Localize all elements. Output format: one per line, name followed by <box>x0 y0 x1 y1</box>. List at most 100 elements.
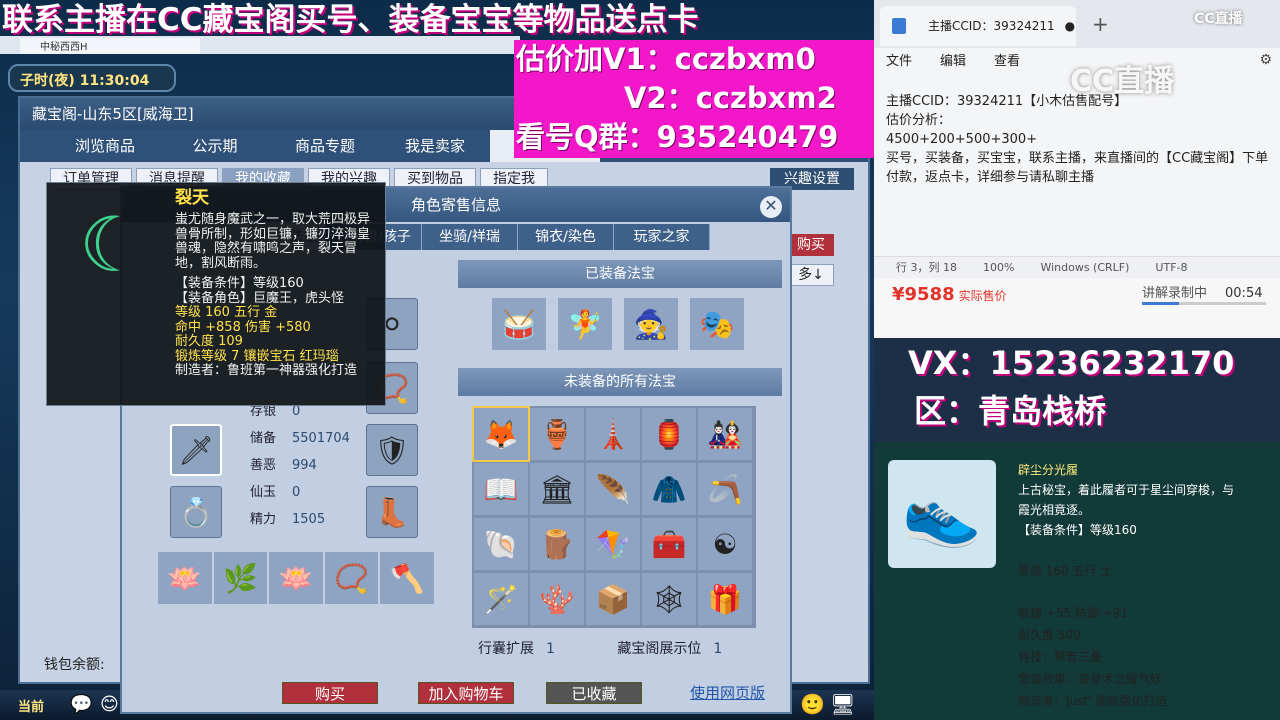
fabao-cell[interactable]: 🏛 <box>530 463 584 515</box>
fabao-panel: 已装备法宝 🥁 🧚 🧙 🎭 未装备的所有法宝 🦊 🏺 🗼 🏮 🎎 📖 🏛 🪶 🧥… <box>458 260 782 662</box>
price-contact-box: 估价加V1：cczbxm0 V2：cczbxm2 看号Q群：935240479 <box>514 40 874 158</box>
role-stats: 存银 0 储备 5501704 善恶 994 仙玉 0 精力 1505 <box>250 398 350 533</box>
figure-fabao-icon[interactable]: 🧚 <box>558 298 612 350</box>
boots-item-icon: 👟 <box>888 460 996 568</box>
buy-button[interactable]: 购买 <box>282 682 378 704</box>
weapon-slot-icon[interactable]: 🗡 <box>170 424 222 476</box>
notepad-text[interactable]: 主播CCID：39324211【小木估售配号】 估价分析： 4500+200+5… <box>886 92 1274 187</box>
fabao-cell[interactable]: 🧥 <box>642 463 696 515</box>
wallet-label: 钱包余额: <box>44 657 105 673</box>
vx-contact: VX：15236232170 <box>908 344 1235 382</box>
leaf-item-icon[interactable]: 🌿 <box>213 552 268 604</box>
fabao-cell[interactable]: 🧰 <box>642 518 696 570</box>
game-client-tab[interactable]: 中秘西西H <box>20 38 200 54</box>
hud-current[interactable]: 当前 <box>18 696 44 715</box>
stat-row: 仙玉 0 <box>250 485 301 500</box>
fabao-cell[interactable]: ☯ <box>698 518 752 570</box>
web-version-link[interactable]: 使用网页版 <box>690 682 765 703</box>
mask-fabao-icon[interactable]: 🎭 <box>690 298 744 350</box>
recording-progress <box>1142 302 1266 305</box>
tooltip-line: 锻炼等级 7 镶嵌宝石 红玛瑙 <box>175 348 339 364</box>
tooltip-line: 等级 160 五行 金 <box>175 305 278 320</box>
tooltip-role: 【装备角色】巨魔王，虎头怪 <box>175 290 345 306</box>
lotus-item-icon[interactable]: 🪷 <box>269 552 323 604</box>
chat-icon[interactable]: 💬 <box>70 694 92 715</box>
fabao-cell[interactable]: 🪸 <box>530 573 584 625</box>
tab-home[interactable]: 玩家之家 <box>614 224 710 250</box>
fabao-cell[interactable]: 🗼 <box>586 408 640 460</box>
add-to-cart-button[interactable]: 加入购物车 <box>418 682 514 704</box>
tooltip-name: 裂天 <box>175 188 209 208</box>
notepad-status-bar: 行 3，列 18 100% Windows (CRLF) UTF-8 <box>874 256 1280 278</box>
price-amount: ¥9588 实际售价 <box>892 284 1007 305</box>
lotus-item-icon[interactable]: 🪷 <box>158 552 212 604</box>
stream-sidebar: 主播CCID：39324211 ● + CC直播 文件 编辑 查看 ⚙ CC直播 … <box>874 0 1280 720</box>
fabao-cell[interactable]: 🪁 <box>586 518 640 570</box>
item-details: 辟尘分光履 上古秘宝，着此履者可于星尘间穿梭，与 霞光相竟逐。 【装备条件】等级… <box>1018 463 1235 537</box>
fabao-cell[interactable]: 🪵 <box>530 518 584 570</box>
fabao-cell[interactable]: 🪃 <box>698 463 752 515</box>
emoji-icon[interactable]: 😊 <box>100 694 119 715</box>
axe-item-icon[interactable]: 🪓 <box>380 552 434 604</box>
gear-icon[interactable]: ⚙ <box>1259 52 1272 68</box>
qq-group: 看号Q群：935240479 <box>516 120 839 154</box>
fabao-cell[interactable]: 🦊 <box>472 406 530 462</box>
fabao-cell[interactable]: 🎎 <box>698 408 752 460</box>
price-bar: ¥9588 实际售价 讲解录制中 00:54 <box>874 278 1280 338</box>
fabao-cell[interactable]: 📖 <box>474 463 528 515</box>
tab-seller[interactable]: 我是卖家 <box>380 130 490 162</box>
tab-mounts[interactable]: 坐骑/祥瑞 <box>422 224 518 250</box>
item-tooltip: ☾ 裂天 蚩尤随身魔武之一，取大荒四极异兽骨所制，形如巨镰，镰刃淬海皇兽魂，隐然… <box>46 182 386 406</box>
price-v1: 估价加V1：cczbxm0 <box>516 42 816 76</box>
beads-item-icon[interactable]: 📿 <box>324 552 379 604</box>
item-card: 👟 辟尘分光履 上古秘宝，着此履者可于星尘间穿梭，与 霞光相竟逐。 【装备条件】… <box>874 442 1280 720</box>
fabao-cell[interactable]: 🕸 <box>642 573 696 625</box>
menu-view[interactable]: 查看 <box>994 50 1020 69</box>
stat-row: 精力 1505 <box>250 512 326 527</box>
equipped-header: 已装备法宝 <box>458 260 782 288</box>
game-screen: 中秘西西H 子时(夜) 11:30:04 藏宝阁-山东5区[威海卫] 浏览商品 … <box>0 0 874 720</box>
fabao-cell[interactable]: 🎁 <box>698 573 752 625</box>
recording-status: 讲解录制中 00:54 <box>1142 286 1263 301</box>
price-v2: V2：cczbxm2 <box>624 81 837 115</box>
new-tab-icon[interactable]: + <box>1092 12 1109 36</box>
fabao-cell[interactable]: 🪄 <box>474 573 528 625</box>
menu-edit[interactable]: 编辑 <box>940 50 966 69</box>
fabao-cell[interactable]: 🏮 <box>642 408 696 460</box>
tab-browse[interactable]: 浏览商品 <box>50 130 160 162</box>
side-more-button[interactable]: 多↓ <box>788 264 834 286</box>
item-stats: 等级 160 五行 土 敏捷 +55 防御 +91 耐久度 500 特技：琴音三… <box>1018 564 1168 708</box>
tab-outfits[interactable]: 锦衣/染色 <box>518 224 614 250</box>
tooltip-desc: 蚩尤随身魔武之一，取大荒四极异兽骨所制，形如巨镰，镰刃淬海皇兽魂，隐然有啸鸣之声… <box>175 212 371 271</box>
fabao-cell[interactable]: 🏺 <box>530 408 584 460</box>
notepad-tab[interactable]: 主播CCID：39324211 ● <box>880 6 1076 46</box>
fabao-cell[interactable]: 🪶 <box>586 463 640 515</box>
fabao-cell[interactable]: 📦 <box>586 573 640 625</box>
close-icon[interactable]: ✕ <box>760 196 782 218</box>
game-clock: 子时(夜) 11:30:04 <box>8 64 176 92</box>
notepad-app-icon <box>892 18 906 34</box>
ring-slot-icon[interactable]: 💍 <box>170 486 222 538</box>
fabao-grid: 🦊 🏺 🗼 🏮 🎎 📖 🏛 🪶 🧥 🪃 🐚 🪵 🪁 🧰 ☯ 🪄 🪸 📦 🕸 🎁 <box>472 406 756 628</box>
favorited-button[interactable]: 已收藏 <box>546 682 642 704</box>
side-buy-button[interactable]: 购买 <box>788 234 834 256</box>
bag-row: 🪷 🌿 🪷 📿 🪓 <box>158 552 434 604</box>
boots-slot-icon[interactable]: 👢 <box>366 486 418 538</box>
tab-public[interactable]: 公示期 <box>160 130 270 162</box>
warrior-fabao-icon[interactable]: 🧙 <box>624 298 678 350</box>
system-icon[interactable]: 🖥 <box>830 692 855 716</box>
fabao-cell[interactable]: 🐚 <box>474 518 528 570</box>
tooltip-cond: 【装备条件】等级160 <box>175 276 304 291</box>
tooltip-line: 命中 +858 伤害 +580 <box>175 319 311 335</box>
armor-slot-icon[interactable]: 🛡 <box>366 424 418 476</box>
equipped-fabao-row: 🥁 🧚 🧙 🎭 <box>492 298 744 350</box>
tab-topics[interactable]: 商品专题 <box>270 130 380 162</box>
menu-file[interactable]: 文件 <box>886 50 912 69</box>
drum-fabao-icon[interactable]: 🥁 <box>492 298 546 350</box>
notepad-window: 主播CCID：39324211 ● + CC直播 文件 编辑 查看 ⚙ CC直播 … <box>874 0 1280 278</box>
notepad-tabbar: 主播CCID：39324211 ● + CC直播 <box>874 0 1280 48</box>
unequipped-header: 未装备的所有法宝 <box>458 368 782 396</box>
zone-label: 区：青岛栈桥 <box>914 392 1107 430</box>
avatar-icon[interactable]: 🙂 <box>800 692 825 716</box>
tooltip-maker: 制造者：鲁班第一神器强化打造 <box>175 363 358 378</box>
